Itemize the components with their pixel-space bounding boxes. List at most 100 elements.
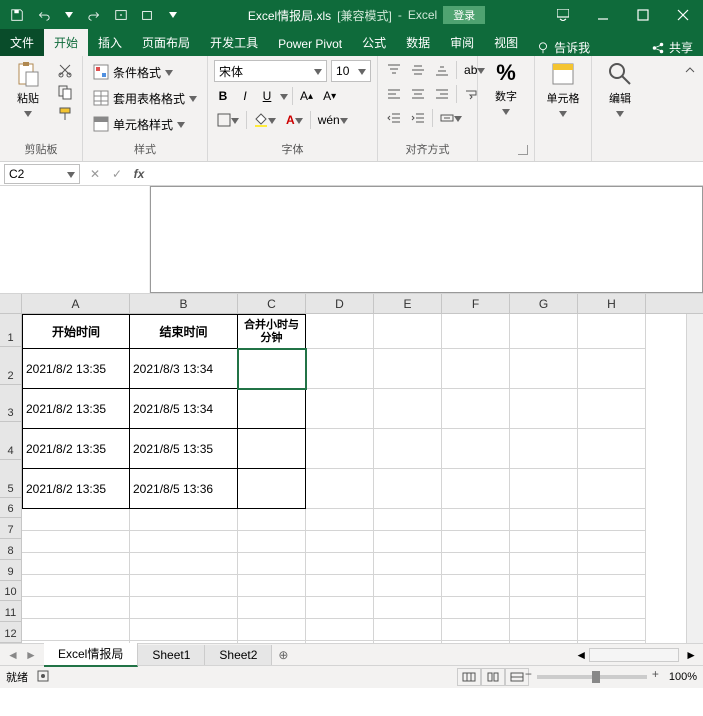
cancel-formula-icon[interactable]: ✕ [84, 163, 106, 185]
row-header-8[interactable]: 8 [0, 539, 21, 560]
share-button[interactable]: 共享 [641, 39, 703, 56]
cell-D6[interactable] [306, 509, 374, 531]
column-header-B[interactable]: B [130, 294, 238, 313]
cell-F6[interactable] [442, 509, 510, 531]
save-icon[interactable] [6, 4, 28, 26]
cell-F2[interactable] [442, 349, 510, 389]
cell-A6[interactable] [22, 509, 130, 531]
column-header-E[interactable]: E [374, 294, 442, 313]
cells-format-button[interactable]: 单元格 [541, 60, 585, 120]
normal-view-icon[interactable] [457, 668, 481, 686]
cell-C4[interactable] [238, 429, 306, 469]
cell-B6[interactable] [130, 509, 238, 531]
format-as-table-button[interactable]: 套用表格格式 [89, 86, 201, 110]
cell-F5[interactable] [442, 469, 510, 509]
cell-D12[interactable] [306, 641, 374, 643]
cell-C11[interactable] [238, 619, 306, 641]
align-left-icon[interactable] [384, 84, 404, 104]
cell-G7[interactable] [510, 531, 578, 553]
cell-H6[interactable] [578, 509, 646, 531]
cell-H5[interactable] [578, 469, 646, 509]
dialog-launcher-icon[interactable] [518, 145, 528, 155]
increase-font-icon[interactable]: A▴ [297, 86, 316, 106]
cell-C10[interactable] [238, 597, 306, 619]
cell-H2[interactable] [578, 349, 646, 389]
cell-D5[interactable] [306, 469, 374, 509]
select-all-corner[interactable] [0, 294, 22, 313]
minimize-icon[interactable] [583, 0, 623, 30]
font-size-combo[interactable]: 10 [331, 60, 371, 82]
cell-G11[interactable] [510, 619, 578, 641]
cell-E12[interactable] [374, 641, 442, 643]
cell-C9[interactable] [238, 575, 306, 597]
cell-B7[interactable] [130, 531, 238, 553]
add-sheet-icon[interactable]: ⊕ [272, 648, 294, 662]
column-header-D[interactable]: D [306, 294, 374, 313]
tab-view[interactable]: 视图 [484, 29, 528, 56]
tab-review[interactable]: 审阅 [440, 29, 484, 56]
cell-A4[interactable]: 2021/8/2 13:35 [22, 429, 130, 469]
align-top-icon[interactable] [384, 60, 404, 80]
cell-F12[interactable] [442, 641, 510, 643]
cell-B2[interactable]: 2021/8/3 13:34 [130, 349, 238, 389]
row-header-11[interactable]: 11 [0, 601, 21, 622]
cell-A10[interactable] [22, 597, 130, 619]
zoom-slider[interactable]: −+ [537, 675, 647, 679]
ribbon-options-icon[interactable] [543, 0, 583, 30]
cell-E5[interactable] [374, 469, 442, 509]
shape-canvas[interactable] [150, 186, 703, 293]
cell-D2[interactable] [306, 349, 374, 389]
cell-G6[interactable] [510, 509, 578, 531]
cell-H8[interactable] [578, 553, 646, 575]
cell-F10[interactable] [442, 597, 510, 619]
horizontal-scrollbar[interactable] [589, 648, 679, 662]
increase-indent-icon[interactable] [408, 108, 428, 128]
insert-function-icon[interactable]: fx [128, 163, 150, 185]
cell-G2[interactable] [510, 349, 578, 389]
page-layout-view-icon[interactable] [481, 668, 505, 686]
row-header-7[interactable]: 7 [0, 518, 21, 539]
cell-C6[interactable] [238, 509, 306, 531]
cell-styles-button[interactable]: 单元格样式 [89, 112, 201, 136]
cell-H10[interactable] [578, 597, 646, 619]
column-header-G[interactable]: G [510, 294, 578, 313]
cell-A7[interactable] [22, 531, 130, 553]
cell-D8[interactable] [306, 553, 374, 575]
row-header-5[interactable]: 5 [0, 460, 21, 498]
tab-developer[interactable]: 开发工具 [200, 29, 268, 56]
cell-E11[interactable] [374, 619, 442, 641]
undo-dropdown-icon[interactable] [58, 4, 80, 26]
cell-B4[interactable]: 2021/8/5 13:35 [130, 429, 238, 469]
cell-A12[interactable] [22, 641, 130, 643]
tab-data[interactable]: 数据 [396, 29, 440, 56]
tab-insert[interactable]: 插入 [88, 29, 132, 56]
cell-F1[interactable] [442, 314, 510, 349]
cell-C5[interactable] [238, 469, 306, 509]
align-right-icon[interactable] [432, 84, 452, 104]
login-badge[interactable]: 登录 [443, 6, 485, 24]
cell-C12[interactable] [238, 641, 306, 643]
cell-C7[interactable] [238, 531, 306, 553]
cell-E8[interactable] [374, 553, 442, 575]
cell-F7[interactable] [442, 531, 510, 553]
sheet-nav-prev-icon[interactable]: ◄ [4, 646, 22, 664]
cell-H9[interactable] [578, 575, 646, 597]
cell-G5[interactable] [510, 469, 578, 509]
cell-G9[interactable] [510, 575, 578, 597]
formula-input[interactable] [150, 164, 703, 184]
cell-E1[interactable] [374, 314, 442, 349]
undo-icon[interactable] [32, 4, 54, 26]
cut-icon[interactable] [54, 60, 76, 80]
cell-B11[interactable] [130, 619, 238, 641]
align-center-icon[interactable] [408, 84, 428, 104]
hscroll-right-icon[interactable]: ► [685, 648, 697, 662]
cell-E7[interactable] [374, 531, 442, 553]
cell-B1[interactable]: 结束时间 [130, 314, 238, 349]
cell-G10[interactable] [510, 597, 578, 619]
percent-style-button[interactable]: % 数字 [484, 60, 528, 118]
sheet-nav-next-icon[interactable]: ► [22, 646, 40, 664]
touch-mode-icon[interactable] [110, 4, 132, 26]
maximize-icon[interactable] [623, 0, 663, 30]
cell-D11[interactable] [306, 619, 374, 641]
zoom-level[interactable]: 100% [669, 671, 697, 683]
